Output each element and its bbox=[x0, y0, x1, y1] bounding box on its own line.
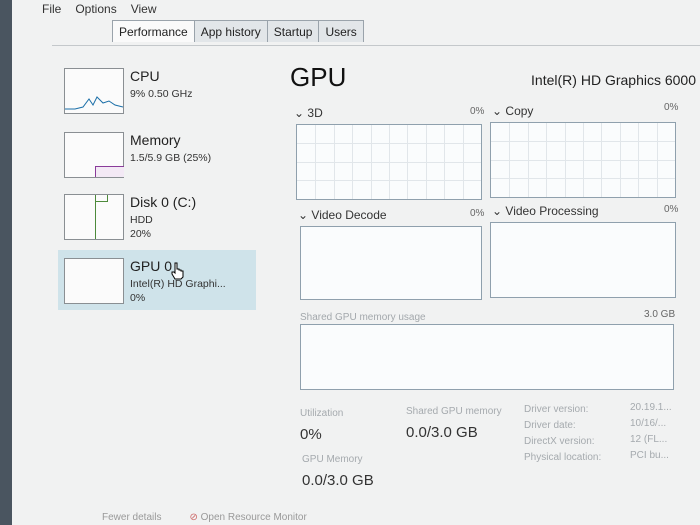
tab-performance[interactable]: Performance bbox=[112, 20, 195, 42]
page-title: GPU bbox=[290, 62, 347, 92]
driver-version-label: Driver version: bbox=[524, 404, 589, 415]
graph-video-processing bbox=[490, 222, 676, 298]
graph-3d-percent: 0% bbox=[470, 106, 485, 117]
sidebar-item-label: Memory bbox=[130, 132, 181, 148]
gpu-memory-label: GPU Memory bbox=[302, 454, 363, 465]
graph-video-processing-header[interactable]: ⌄ Video Processing bbox=[492, 204, 599, 218]
chevron-down-icon: ⌄ bbox=[492, 104, 503, 118]
gpu-model-name: Intel(R) HD Graphics 6000 bbox=[531, 72, 696, 88]
disk-thumbnail-graph bbox=[64, 194, 124, 240]
graph-3d bbox=[296, 124, 482, 200]
menu-options[interactable]: Options bbox=[75, 2, 116, 20]
shared-memory-stat-label: Shared GPU memory bbox=[406, 406, 502, 417]
sidebar-item-detail: 9% 0.50 GHz bbox=[130, 88, 193, 100]
driver-date-value: 10/16/... bbox=[630, 418, 667, 429]
open-resource-monitor-label: Open Resource Monitor bbox=[200, 512, 307, 523]
sidebar-item-label: CPU bbox=[130, 68, 160, 84]
hand-cursor-icon bbox=[171, 262, 184, 280]
memory-thumbnail-graph bbox=[64, 132, 124, 178]
graph-copy-percent: 0% bbox=[664, 102, 679, 113]
graph-video-processing-label: Video Processing bbox=[505, 204, 599, 218]
gpu-memory-value: 0.0/3.0 GB bbox=[302, 472, 374, 489]
sidebar-item-label: GPU 0 bbox=[130, 258, 173, 274]
graph-copy-label: Copy bbox=[505, 104, 534, 118]
physical-location-value: PCI bu... bbox=[630, 450, 669, 461]
sidebar-item-disk[interactable]: Disk 0 (C:) HDD 20% bbox=[58, 186, 256, 246]
shared-memory-label: Shared GPU memory usage bbox=[300, 312, 426, 323]
sidebar-item-percent: 20% bbox=[130, 228, 152, 240]
utilization-value: 0% bbox=[300, 426, 322, 443]
graph-video-decode-percent: 0% bbox=[470, 208, 485, 219]
gpu-detail-panel: GPU Intel(R) HD Graphics 6000 ⌄ 3D 0% ⌄ … bbox=[282, 46, 700, 516]
tab-users[interactable]: Users bbox=[318, 20, 364, 42]
fewer-details-link[interactable]: Fewer details bbox=[102, 512, 161, 523]
disk-activity-mark bbox=[95, 195, 108, 202]
sidebar-item-detail: 1.5/5.9 GB (25%) bbox=[130, 152, 212, 164]
driver-version-value: 20.19.1... bbox=[630, 402, 672, 413]
sidebar-item-gpu[interactable]: GPU 0 Intel(R) HD Graphi... 0% bbox=[58, 250, 256, 310]
physical-location-label: Physical location: bbox=[524, 452, 602, 463]
desktop-edge bbox=[0, 0, 12, 525]
tab-startup[interactable]: Startup bbox=[266, 20, 320, 42]
sidebar-item-label: Disk 0 (C:) bbox=[130, 194, 197, 210]
menu-file[interactable]: File bbox=[42, 2, 61, 20]
graph-video-decode bbox=[300, 226, 482, 300]
sidebar-item-cpu[interactable]: CPU 9% 0.50 GHz bbox=[58, 60, 256, 120]
directx-version-value: 12 (FL... bbox=[630, 434, 668, 445]
shared-memory-stat-value: 0.0/3.0 GB bbox=[406, 424, 478, 441]
tab-app-history[interactable]: App history bbox=[193, 20, 268, 42]
menu-bar: File Options View bbox=[42, 2, 157, 20]
gpu-thumbnail-graph bbox=[64, 258, 124, 304]
task-manager-window: File Options View Performance App histor… bbox=[12, 0, 700, 525]
shared-memory-graph bbox=[300, 324, 674, 390]
cpu-sparkline bbox=[65, 96, 124, 110]
chevron-down-icon: ⌄ bbox=[298, 208, 309, 222]
footer-bar: Fewer details ⊘ Open Resource Monitor bbox=[102, 512, 307, 523]
graph-3d-header[interactable]: ⌄ 3D bbox=[294, 106, 323, 120]
performance-panel: CPU 9% 0.50 GHz Memory 1.5/5.9 GB (25%) … bbox=[52, 45, 700, 516]
cpu-thumbnail-graph bbox=[64, 68, 124, 114]
sidebar-item-percent: 0% bbox=[130, 292, 146, 304]
chevron-down-icon: ⌄ bbox=[492, 204, 503, 218]
utilization-label: Utilization bbox=[300, 408, 344, 419]
graph-copy-header[interactable]: ⌄ Copy bbox=[492, 104, 533, 118]
graph-video-decode-header[interactable]: ⌄ Video Decode bbox=[298, 208, 387, 222]
memory-fill bbox=[95, 166, 124, 177]
sidebar-item-memory[interactable]: Memory 1.5/5.9 GB (25%) bbox=[58, 124, 256, 184]
menu-view[interactable]: View bbox=[131, 2, 157, 20]
sidebar-item-detail: HDD bbox=[130, 214, 153, 226]
graph-video-processing-percent: 0% bbox=[664, 204, 679, 215]
open-resource-monitor-link[interactable]: ⊘ Open Resource Monitor bbox=[189, 512, 306, 523]
graph-copy bbox=[490, 122, 676, 198]
chevron-down-icon: ⌄ bbox=[294, 106, 305, 120]
graph-3d-label: 3D bbox=[307, 106, 323, 120]
graph-video-decode-label: Video Decode bbox=[311, 208, 387, 222]
resource-monitor-icon: ⊘ bbox=[189, 512, 198, 523]
resource-sidebar: CPU 9% 0.50 GHz Memory 1.5/5.9 GB (25%) … bbox=[52, 46, 257, 516]
shared-memory-max: 3.0 GB bbox=[644, 309, 676, 320]
driver-date-label: Driver date: bbox=[524, 420, 576, 431]
tab-bar: Performance App history Startup Users bbox=[112, 20, 364, 42]
directx-version-label: DirectX version: bbox=[524, 436, 595, 447]
